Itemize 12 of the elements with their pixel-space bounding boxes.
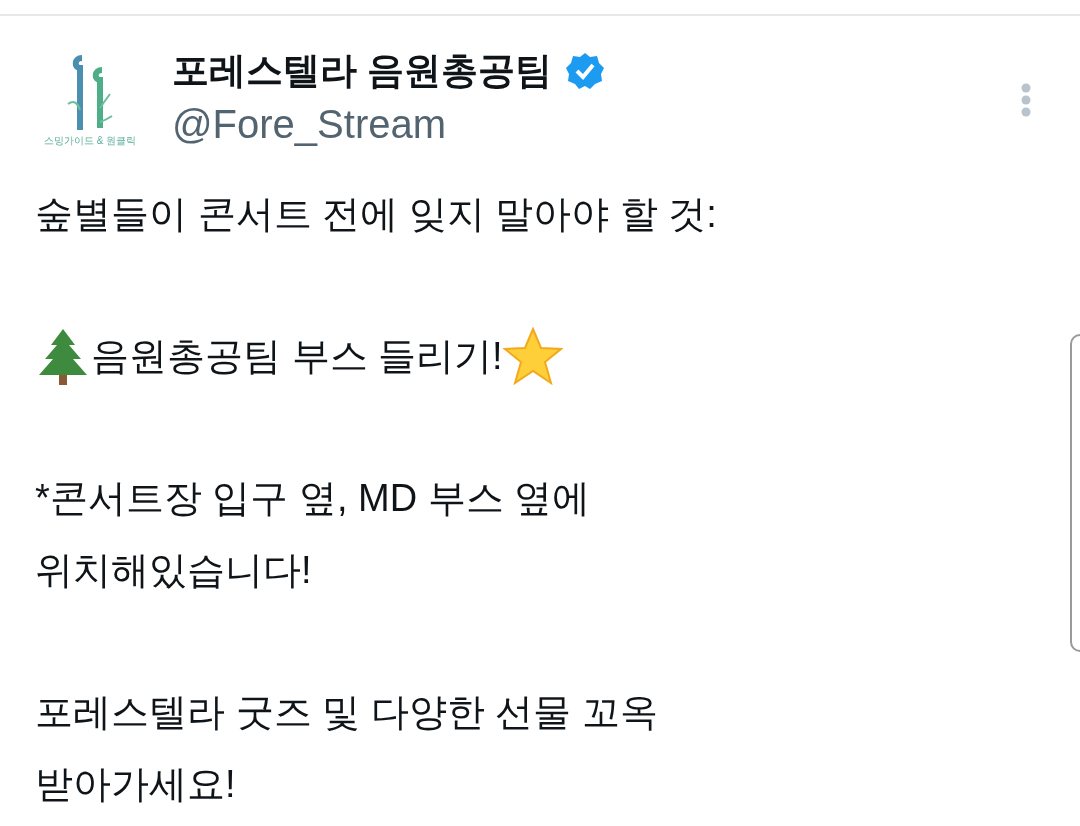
tweet-text: 위치해있습니다! [35,548,312,593]
tweet-text: 포레스텔라 굿즈 및 다양한 선물 꼬옥 [35,690,658,735]
more-options-icon[interactable] [1020,82,1032,118]
account-name: 포레스텔라 음원총공팀 [172,49,553,93]
tweet-text: 숲별들이 콘서트 전에 잊지 말아야 할 것: [35,192,717,237]
star-icon [502,327,563,385]
avatar-logo[interactable]: 스밍가이드 & 원클릭 [38,44,142,148]
logo-caption: 스밍가이드 & 원클릭 [43,134,137,148]
account-handle: @Fore_Stream [172,101,448,148]
tweet-text: *콘서트장 입구 옆, MD 부스 옆에 [35,476,591,521]
tweet-text: 음원총공팀 부스 들리기! [91,334,503,379]
tweet-text: 받아가세요! [35,762,236,807]
